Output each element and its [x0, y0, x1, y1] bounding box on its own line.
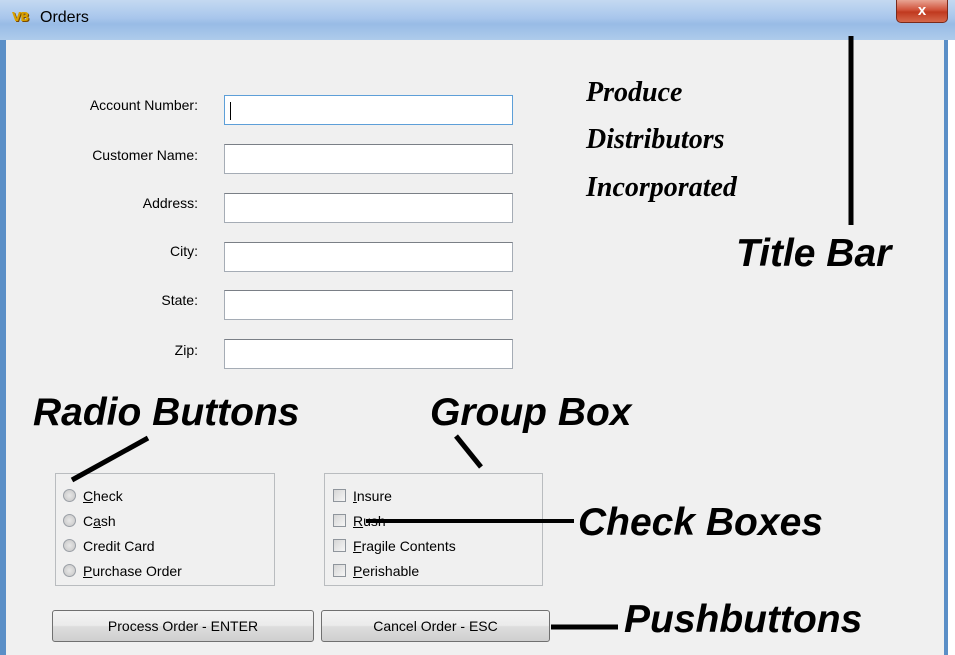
- callout-pointer-lines: [70, 36, 854, 630]
- radio-buttons-pointer-line: [70, 435, 150, 483]
- group-box-pointer-line: [454, 434, 483, 469]
